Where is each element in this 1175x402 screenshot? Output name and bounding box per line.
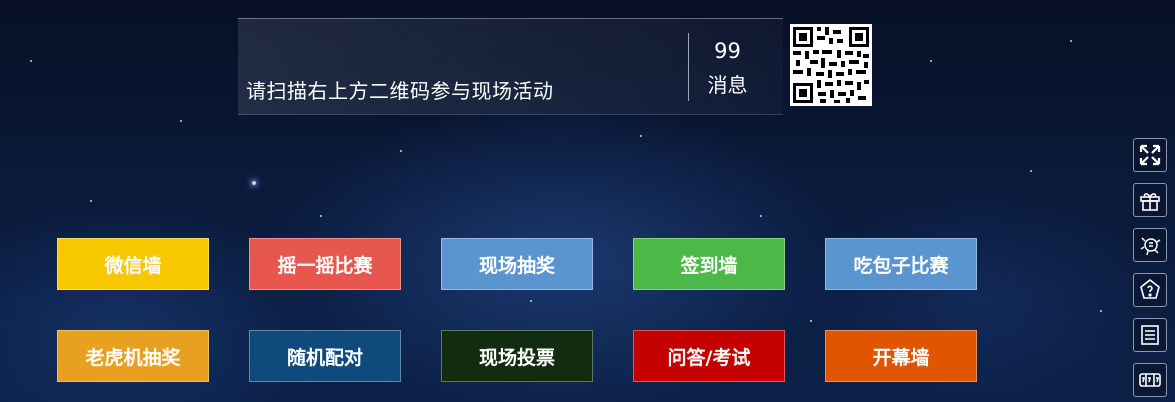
button-label: 现场投票 bbox=[478, 346, 555, 369]
slot-machine-button[interactable] bbox=[1133, 363, 1167, 397]
banner-divider bbox=[688, 33, 689, 101]
question-button[interactable] bbox=[1133, 273, 1167, 307]
gift-button[interactable] bbox=[1133, 183, 1167, 217]
list-icon bbox=[1141, 325, 1159, 345]
slot-machine-lottery-button[interactable]: 老虎机抽奖 bbox=[57, 330, 209, 382]
wechat-wall-button[interactable]: 微信墙 bbox=[57, 238, 209, 290]
lottery-icon bbox=[1140, 237, 1161, 256]
message-label: 消息 bbox=[707, 73, 748, 97]
live-lottery-button[interactable]: 现场抽奖 bbox=[441, 238, 593, 290]
info-banner: 请扫描右上方二维码参与现场活动 99 消息 bbox=[238, 18, 783, 115]
gift-icon bbox=[1140, 193, 1160, 211]
instruction-text: 请扫描右上方二维码参与现场活动 bbox=[246, 79, 554, 103]
message-count: 99 bbox=[714, 39, 741, 63]
button-label: 摇一摇比赛 bbox=[277, 254, 373, 277]
sign-in-wall-button[interactable]: 签到墙 bbox=[633, 238, 785, 290]
list-button[interactable] bbox=[1133, 318, 1167, 352]
question-icon bbox=[1140, 278, 1160, 299]
button-label: 现场抽奖 bbox=[478, 254, 555, 277]
quiz-exam-button[interactable]: 问答/考试 bbox=[633, 330, 785, 382]
slot-machine-icon bbox=[1139, 373, 1161, 387]
fullscreen-button[interactable] bbox=[1133, 138, 1167, 172]
live-voting-button[interactable]: 现场投票 bbox=[441, 330, 593, 382]
button-label: 签到墙 bbox=[680, 254, 738, 277]
shake-contest-button[interactable]: 摇一摇比赛 bbox=[249, 238, 401, 290]
lottery-button[interactable] bbox=[1133, 228, 1167, 262]
random-pairing-button[interactable]: 随机配对 bbox=[249, 330, 401, 382]
button-label: 开幕墙 bbox=[872, 346, 930, 369]
button-label: 老虎机抽奖 bbox=[85, 346, 181, 369]
fullscreen-icon bbox=[1139, 144, 1161, 166]
bun-eating-contest-button[interactable]: 吃包子比赛 bbox=[825, 238, 977, 290]
qr-code-icon bbox=[790, 24, 872, 106]
button-label: 微信墙 bbox=[104, 254, 162, 277]
button-label: 问答/考试 bbox=[667, 346, 751, 369]
button-label: 吃包子比赛 bbox=[853, 254, 949, 277]
opening-wall-button[interactable]: 开幕墙 bbox=[825, 330, 977, 382]
button-label: 随机配对 bbox=[286, 346, 363, 369]
